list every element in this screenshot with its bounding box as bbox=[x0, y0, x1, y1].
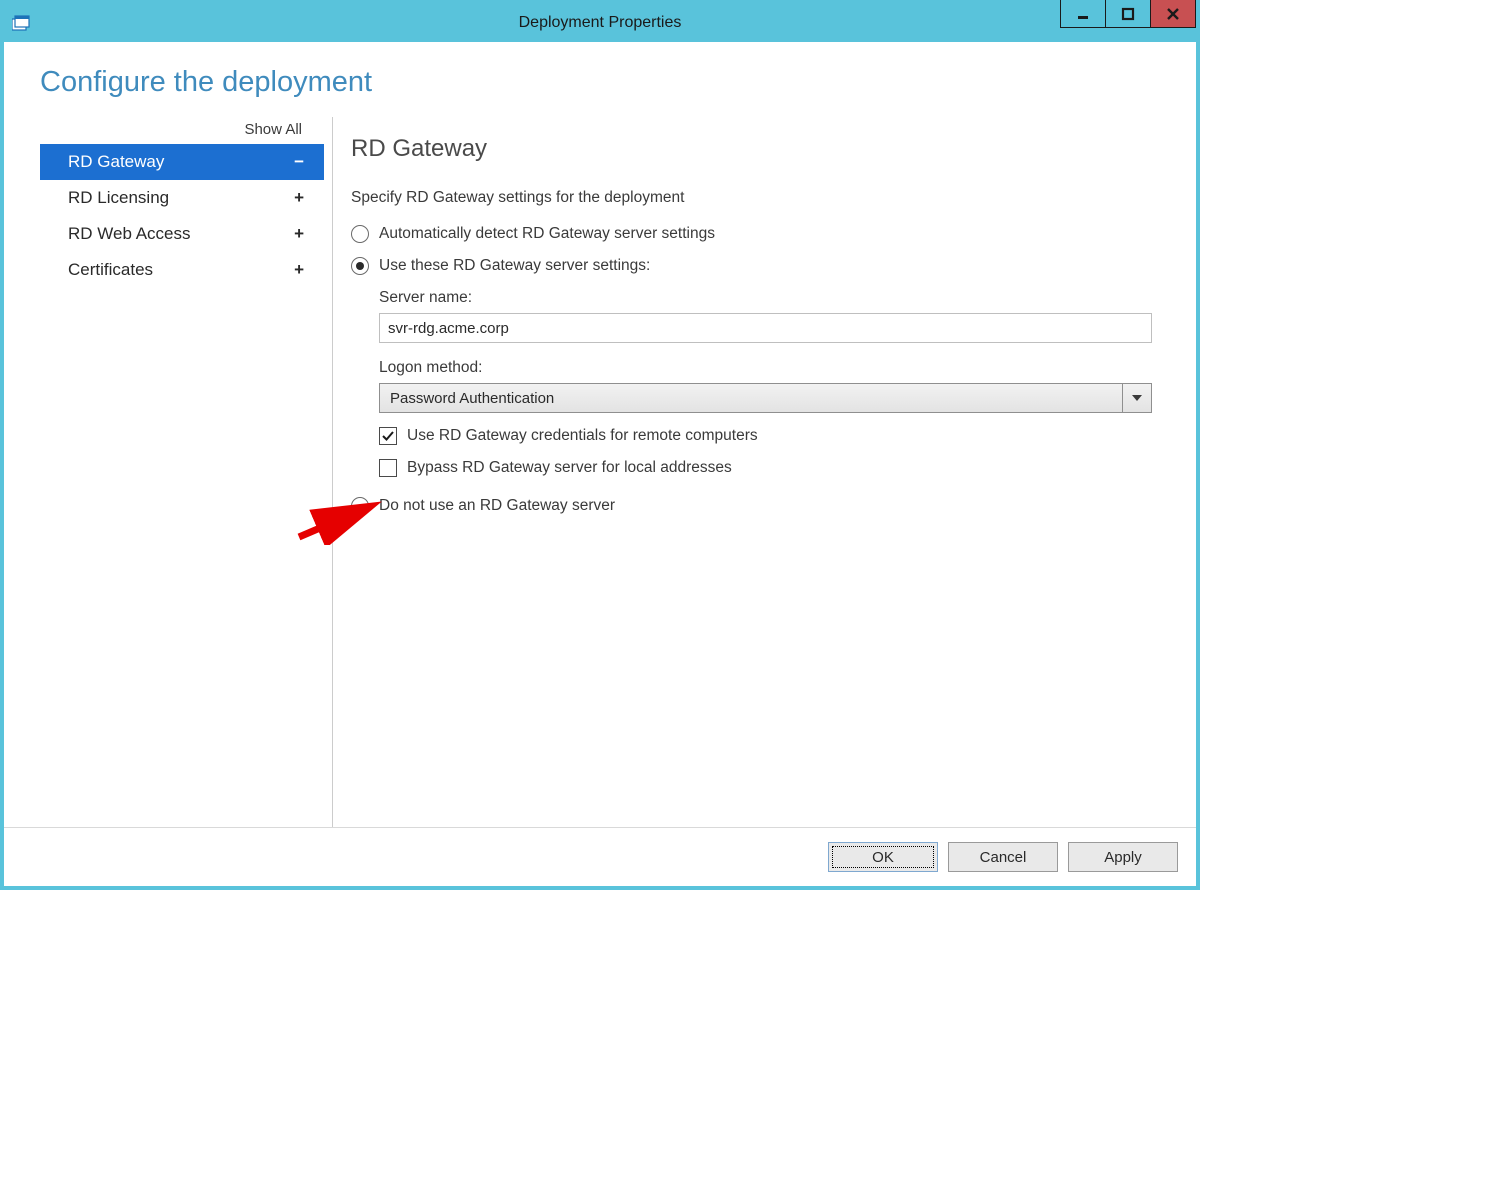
gateway-sub-settings: Server name: Logon method: Password Auth… bbox=[379, 289, 1152, 477]
option-label: Automatically detect RD Gateway server s… bbox=[379, 225, 715, 243]
deployment-properties-window: Deployment Properties Configure the depl… bbox=[0, 0, 1200, 890]
sidebar-item-rd-web-access[interactable]: RD Web Access + bbox=[40, 216, 324, 252]
vertical-divider bbox=[332, 117, 333, 827]
dialog-footer: OK Cancel Apply bbox=[4, 827, 1196, 886]
sidebar-item-label: Certificates bbox=[68, 260, 153, 280]
sidebar: Show All RD Gateway − RD Licensing + RD … bbox=[40, 117, 324, 827]
app-icon bbox=[12, 15, 30, 31]
sidebar-item-certificates[interactable]: Certificates + bbox=[40, 252, 324, 288]
titlebar: Deployment Properties bbox=[4, 4, 1196, 42]
option-label: Use these RD Gateway server settings: bbox=[379, 257, 650, 275]
ok-button[interactable]: OK bbox=[828, 842, 938, 872]
server-name-input[interactable] bbox=[379, 313, 1152, 343]
radio-selected-icon bbox=[351, 257, 369, 275]
content-row: Show All RD Gateway − RD Licensing + RD … bbox=[4, 109, 1196, 827]
show-all-link[interactable]: Show All bbox=[40, 121, 324, 138]
page-header: Configure the deployment bbox=[4, 42, 1196, 109]
logon-method-label: Logon method: bbox=[379, 359, 1152, 377]
page-title: Configure the deployment bbox=[40, 66, 1160, 99]
checkbox-checked-icon bbox=[379, 427, 397, 445]
expand-icon: + bbox=[294, 188, 304, 208]
minimize-button[interactable] bbox=[1060, 0, 1106, 28]
checkbox-label: Bypass RD Gateway server for local addre… bbox=[407, 459, 732, 477]
checkbox-use-gateway-credentials[interactable]: Use RD Gateway credentials for remote co… bbox=[379, 427, 1152, 445]
logon-method-dropdown[interactable]: Password Authentication bbox=[379, 383, 1152, 413]
dropdown-value: Password Authentication bbox=[380, 384, 1122, 412]
settings-pane: RD Gateway Specify RD Gateway settings f… bbox=[351, 117, 1160, 827]
sidebar-item-label: RD Web Access bbox=[68, 224, 191, 244]
cancel-button[interactable]: Cancel bbox=[948, 842, 1058, 872]
radio-icon bbox=[351, 225, 369, 243]
chevron-down-icon bbox=[1122, 384, 1151, 412]
radio-icon bbox=[351, 497, 369, 515]
checkbox-label: Use RD Gateway credentials for remote co… bbox=[407, 427, 758, 445]
settings-title: RD Gateway bbox=[351, 135, 1160, 163]
option-do-not-use[interactable]: Do not use an RD Gateway server bbox=[351, 497, 1160, 515]
option-label: Do not use an RD Gateway server bbox=[379, 497, 615, 515]
sidebar-item-rd-licensing[interactable]: RD Licensing + bbox=[40, 180, 324, 216]
expand-icon: + bbox=[294, 224, 304, 244]
sidebar-item-label: RD Gateway bbox=[68, 152, 164, 172]
window-body: Configure the deployment Show All RD Gat… bbox=[4, 42, 1196, 886]
collapse-icon: − bbox=[294, 152, 304, 172]
sidebar-item-label: RD Licensing bbox=[68, 188, 169, 208]
option-auto-detect[interactable]: Automatically detect RD Gateway server s… bbox=[351, 225, 1160, 243]
checkbox-unchecked-icon bbox=[379, 459, 397, 477]
checkbox-bypass-local[interactable]: Bypass RD Gateway server for local addre… bbox=[379, 459, 1152, 477]
option-use-these-settings[interactable]: Use these RD Gateway server settings: bbox=[351, 257, 1160, 275]
maximize-button[interactable] bbox=[1105, 0, 1151, 28]
window-title: Deployment Properties bbox=[4, 14, 1196, 32]
apply-button[interactable]: Apply bbox=[1068, 842, 1178, 872]
close-button[interactable] bbox=[1150, 0, 1196, 28]
settings-instruction: Specify RD Gateway settings for the depl… bbox=[351, 189, 1160, 207]
window-controls bbox=[1061, 0, 1196, 28]
sidebar-item-rd-gateway[interactable]: RD Gateway − bbox=[40, 144, 324, 180]
expand-icon: + bbox=[294, 260, 304, 280]
server-name-label: Server name: bbox=[379, 289, 1152, 307]
